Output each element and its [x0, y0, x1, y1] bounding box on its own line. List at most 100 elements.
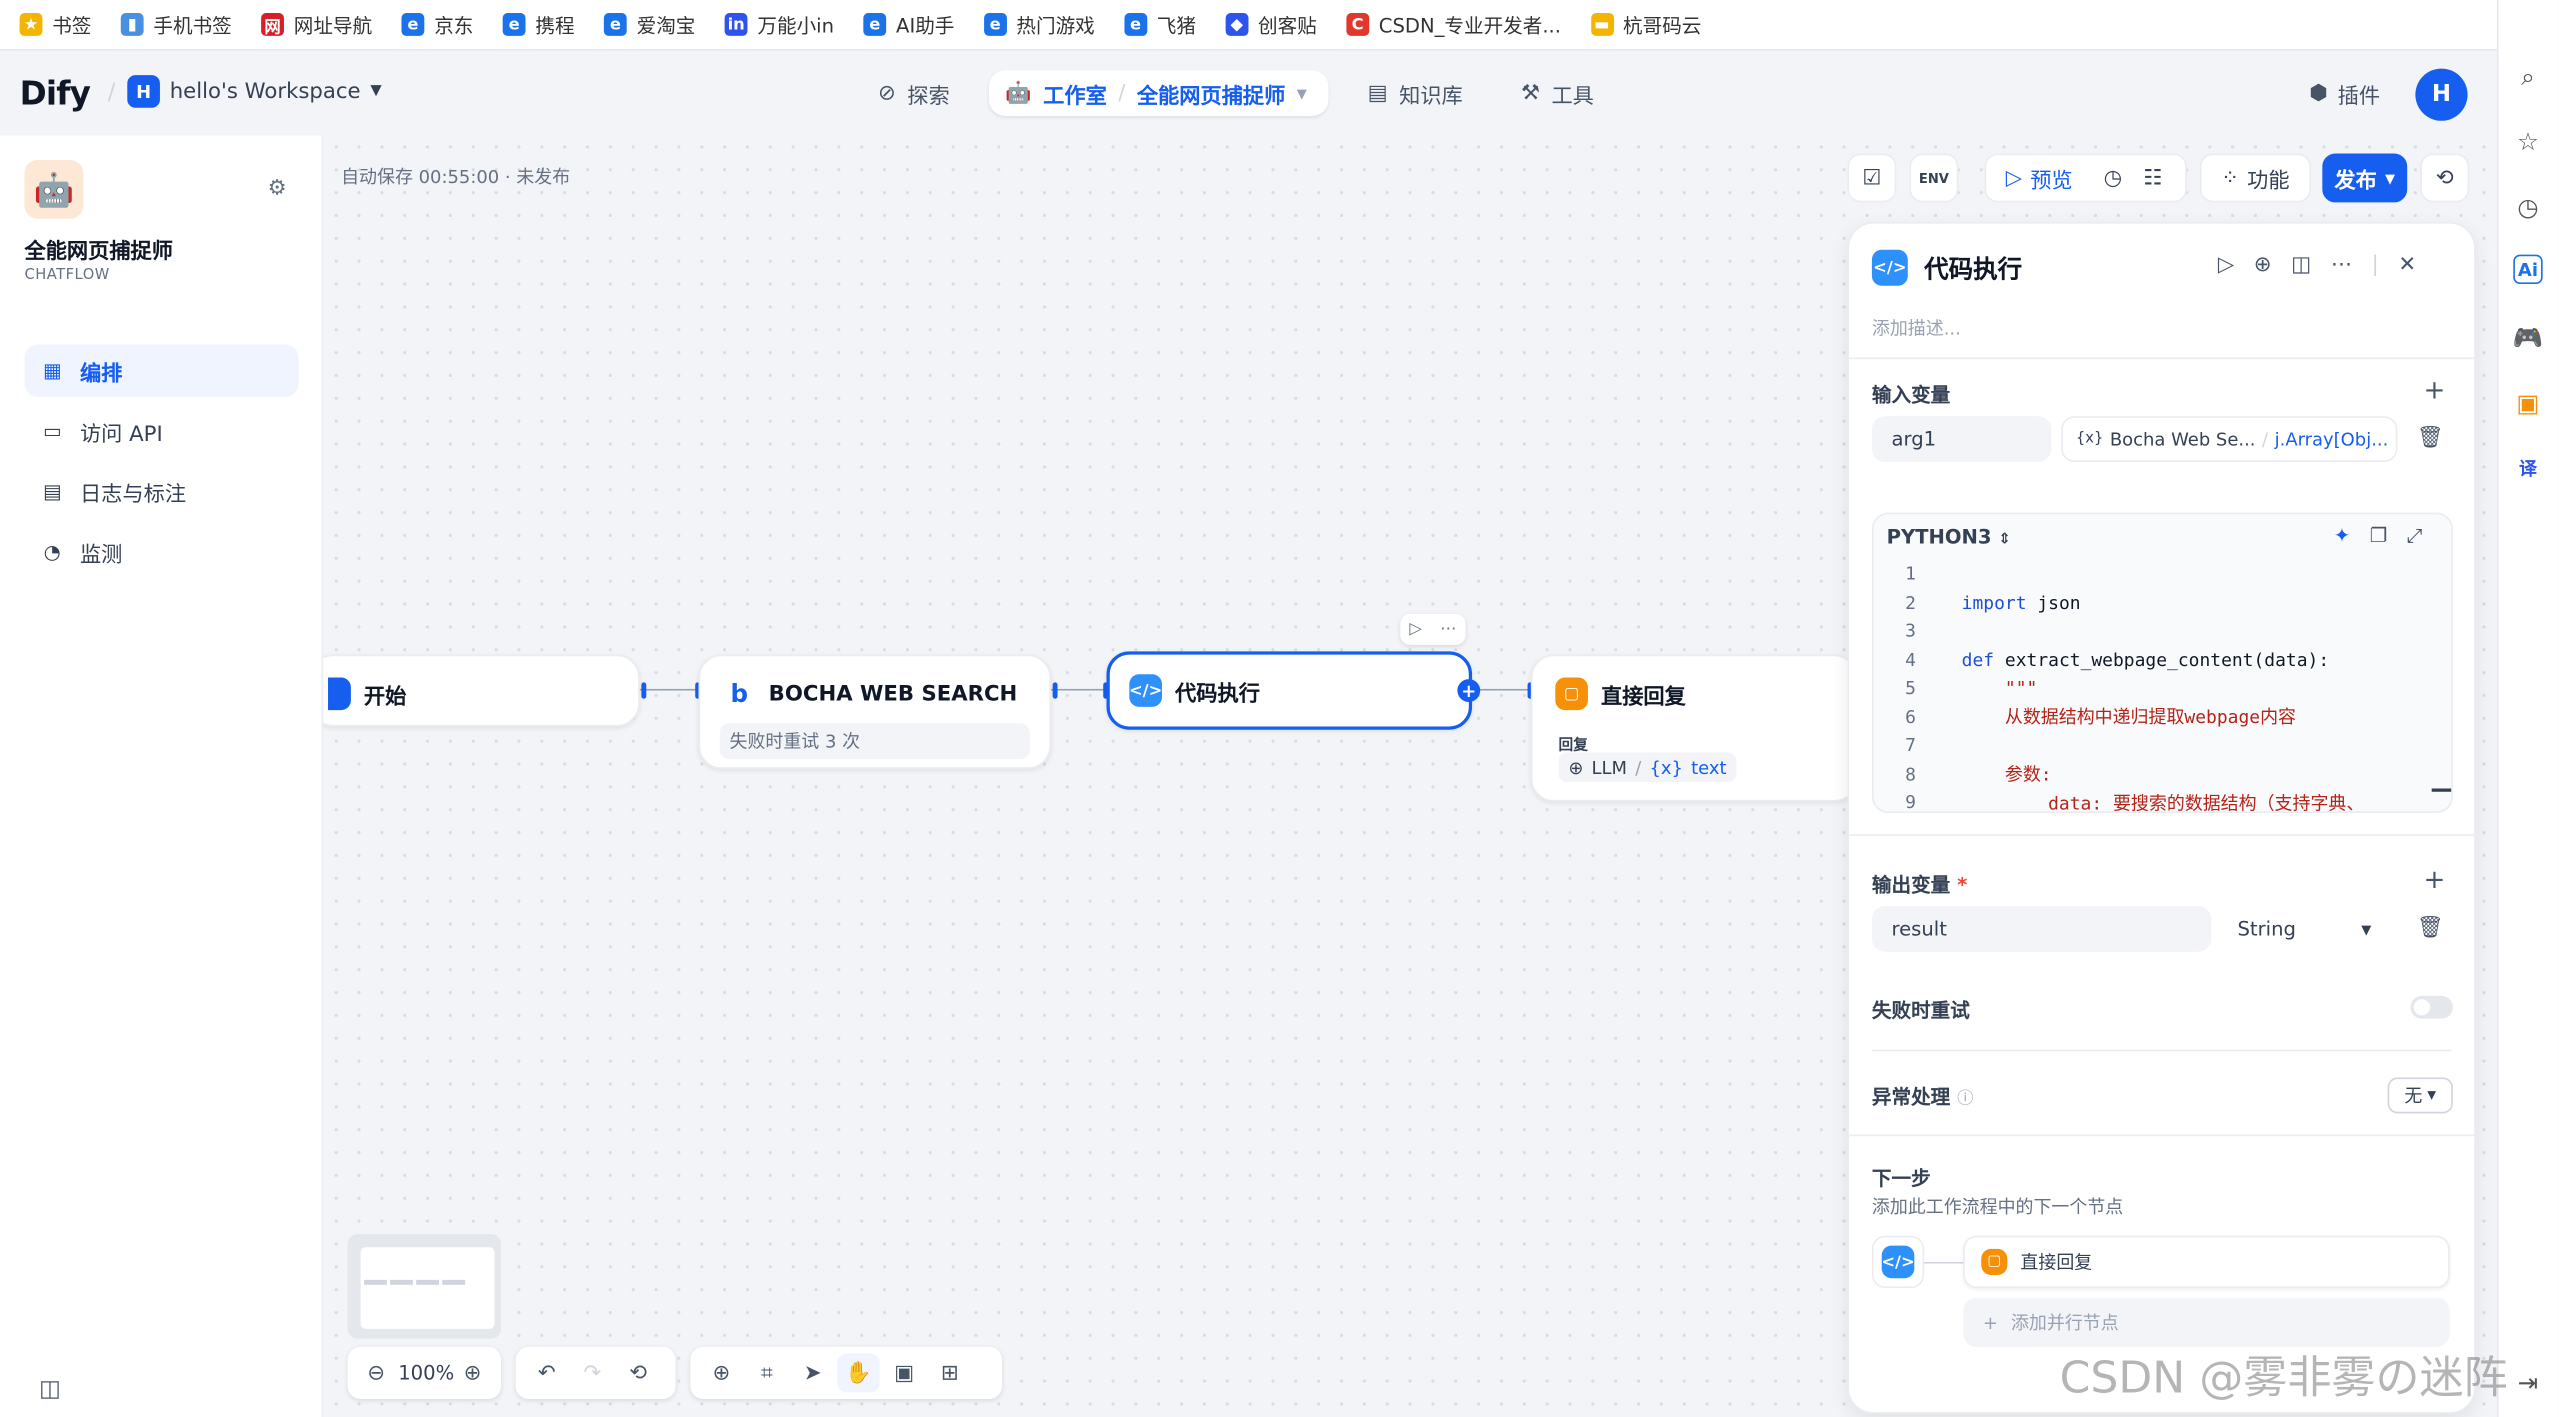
- organize-icon[interactable]: ⊞: [929, 1353, 971, 1392]
- node-bocha-web-search[interactable]: b BOCHA WEB SEARCH 失败时重试 3 次: [698, 654, 1052, 769]
- nav-explore[interactable]: ⊘ 探索: [862, 70, 966, 116]
- current-app-selector[interactable]: 全能网页捕捉师: [1137, 78, 1286, 108]
- expand-icon[interactable]: ⤢: [2407, 524, 2423, 548]
- node-answer[interactable]: ▢ 直接回复 回复 ⊕ LLM / {x} text: [1530, 654, 1858, 802]
- sparkle-icon[interactable]: ✦: [2334, 524, 2350, 548]
- redo-icon[interactable]: ↷: [571, 1353, 613, 1392]
- retry-toggle[interactable]: [2410, 995, 2453, 1019]
- code-editor[interactable]: PYTHON3 ⇕ ✦ ❐ ⤢ 1 2 import json 3 4 def extra…: [1871, 512, 2453, 813]
- add-next-node-icon[interactable]: +: [1457, 679, 1481, 702]
- language-selector[interactable]: PYTHON3 ⇕: [1887, 526, 2011, 549]
- zoom-in-icon[interactable]: ⊕: [454, 1353, 492, 1392]
- bookmark-label: 飞猪: [1156, 13, 1196, 37]
- line-number: 2: [1905, 592, 1916, 614]
- note-icon[interactable]: ⌗: [746, 1353, 788, 1392]
- node-code-exec[interactable]: </> 代码执行: [1106, 651, 1473, 730]
- info-icon[interactable]: ⓘ: [1957, 1091, 1973, 1109]
- bookmark-item[interactable]: 网网址导航: [261, 11, 372, 39]
- add-input-icon[interactable]: +: [2424, 374, 2446, 405]
- workspace-switcher[interactable]: H hello's Workspace ▼: [127, 75, 382, 108]
- bookmark-item[interactable]: e 飞猪: [1124, 11, 1196, 39]
- bookmark-icon: ★: [19, 13, 43, 36]
- trash-icon[interactable]: 🗑: [2417, 426, 2444, 450]
- bookmark-item[interactable]: ▮ 手机书签: [120, 11, 232, 39]
- error-handling-select[interactable]: 无 ▼: [2387, 1077, 2453, 1114]
- run-icon[interactable]: ▷: [2218, 253, 2234, 277]
- checklist-icon[interactable]: ☑: [1847, 153, 1897, 203]
- edge-start-bocha: [639, 688, 699, 691]
- search-icon[interactable]: ⌕: [2510, 59, 2546, 95]
- scrollbar[interactable]: [2431, 788, 2452, 792]
- expand-sidebar-icon[interactable]: ⇥: [2510, 1365, 2546, 1401]
- publish-button[interactable]: 发布 ▼: [2322, 153, 2408, 203]
- export-image-icon[interactable]: ▣: [883, 1353, 925, 1392]
- run-history-icon[interactable]: ◷: [2104, 166, 2123, 190]
- history-icon[interactable]: ◷: [2510, 189, 2546, 225]
- plugins-button[interactable]: ⬢ 插件: [2309, 78, 2380, 110]
- env-icon[interactable]: ENV: [1909, 153, 1959, 203]
- more-icon[interactable]: ⋯: [1440, 620, 1456, 638]
- translate-icon[interactable]: 译: [2510, 451, 2546, 487]
- close-icon[interactable]: ✕: [2398, 253, 2416, 277]
- features-button[interactable]: ⁘ 功能: [2199, 153, 2311, 203]
- zoom-level[interactable]: 100%: [398, 1362, 454, 1385]
- node-start[interactable]: 开始: [310, 654, 640, 727]
- bookmark-item[interactable]: e AI助手: [863, 11, 954, 39]
- nav-knowledge[interactable]: ▤ 知识库: [1351, 70, 1479, 116]
- bookmark-item[interactable]: e 京东: [401, 11, 473, 39]
- keyword: import: [1961, 592, 2027, 614]
- app-name: 全能网页捕捉师: [24, 239, 174, 265]
- more-icon[interactable]: ⋯: [2331, 253, 2352, 277]
- bookmark-item[interactable]: e 携程: [502, 11, 575, 39]
- trash-icon[interactable]: 🗑: [2417, 916, 2444, 940]
- bookmark-item[interactable]: e 热门游戏: [983, 11, 1095, 39]
- settings-sliders-icon[interactable]: ⚙: [268, 176, 287, 200]
- description-input[interactable]: 添加描述...: [1872, 315, 1961, 341]
- sidebar-item-api[interactable]: ▭ 访问 API: [24, 405, 298, 457]
- run-icon[interactable]: ▷: [1409, 620, 1422, 638]
- output-var-name[interactable]: result: [1871, 906, 2212, 952]
- bookmark-item[interactable]: C CSDN_专业开发者...: [1346, 11, 1561, 39]
- collapse-sidebar-icon[interactable]: ◫: [39, 1376, 61, 1402]
- target-icon[interactable]: ⊕: [2254, 253, 2272, 277]
- copy-icon[interactable]: ❐: [2370, 524, 2388, 548]
- history-icon[interactable]: ⟲: [617, 1353, 659, 1392]
- bookmark-item[interactable]: e 爱淘宝: [603, 11, 695, 39]
- book-open-icon[interactable]: ◫: [2291, 253, 2311, 277]
- avatar[interactable]: H: [2415, 68, 2468, 121]
- bookmark-icon: ◆: [1225, 13, 1249, 36]
- input-var-selector[interactable]: {x} Bocha Web Se... / j.Array[Obj...: [2061, 416, 2398, 462]
- variable-inspect-icon[interactable]: ☷: [2143, 166, 2162, 190]
- add-node-icon[interactable]: ⊕: [700, 1353, 742, 1392]
- nav-studio[interactable]: 🤖 工作室 / 全能网页捕捉师 ▼: [988, 70, 1329, 116]
- line-number: 7: [1905, 735, 1916, 757]
- add-output-icon[interactable]: +: [2424, 864, 2446, 895]
- add-parallel-node-button[interactable]: + 添加并行节点: [1963, 1297, 2450, 1347]
- next-node-card[interactable]: ▢ 直接回复: [1963, 1235, 2450, 1289]
- hand-icon[interactable]: ✋: [837, 1353, 880, 1393]
- toolbox-icon[interactable]: ▣: [2510, 385, 2546, 421]
- minimap[interactable]: [347, 1234, 502, 1339]
- input-var-name[interactable]: arg1: [1871, 416, 2052, 462]
- sidebar-item-monitor[interactable]: ◔ 监测: [24, 526, 298, 578]
- sidebar-border: [321, 644, 324, 743]
- node-handle[interactable]: [1052, 682, 1058, 699]
- star-icon[interactable]: ☆: [2510, 124, 2546, 160]
- panel-title[interactable]: 代码执行: [1924, 251, 2022, 285]
- bookmark-item[interactable]: ◆ 创客贴: [1225, 11, 1317, 39]
- ai-icon[interactable]: Ai: [2513, 254, 2543, 285]
- output-type-select[interactable]: String ▼: [2217, 906, 2382, 952]
- sidebar-item-logs[interactable]: ▤ 日志与标注: [24, 465, 298, 517]
- game-icon[interactable]: 🎮: [2510, 320, 2546, 356]
- node-handle[interactable]: [641, 682, 647, 699]
- pointer-icon[interactable]: ➤: [792, 1353, 834, 1392]
- sidebar-item-orchestrate[interactable]: ▦ 编排: [24, 344, 299, 397]
- nav-tools[interactable]: ⚒ 工具: [1505, 70, 1611, 116]
- bookmark-item[interactable]: ★ 书签: [19, 11, 91, 39]
- zoom-out-icon[interactable]: ⊖: [357, 1353, 395, 1392]
- preview-button[interactable]: 预览: [2030, 162, 2072, 193]
- bookmark-item[interactable]: in 万能小in: [724, 11, 834, 39]
- undo-icon[interactable]: ↶: [526, 1353, 568, 1392]
- bookmark-item[interactable]: ▬ 杭哥码云: [1590, 11, 1701, 39]
- version-history-icon[interactable]: ⟲: [2420, 153, 2470, 203]
